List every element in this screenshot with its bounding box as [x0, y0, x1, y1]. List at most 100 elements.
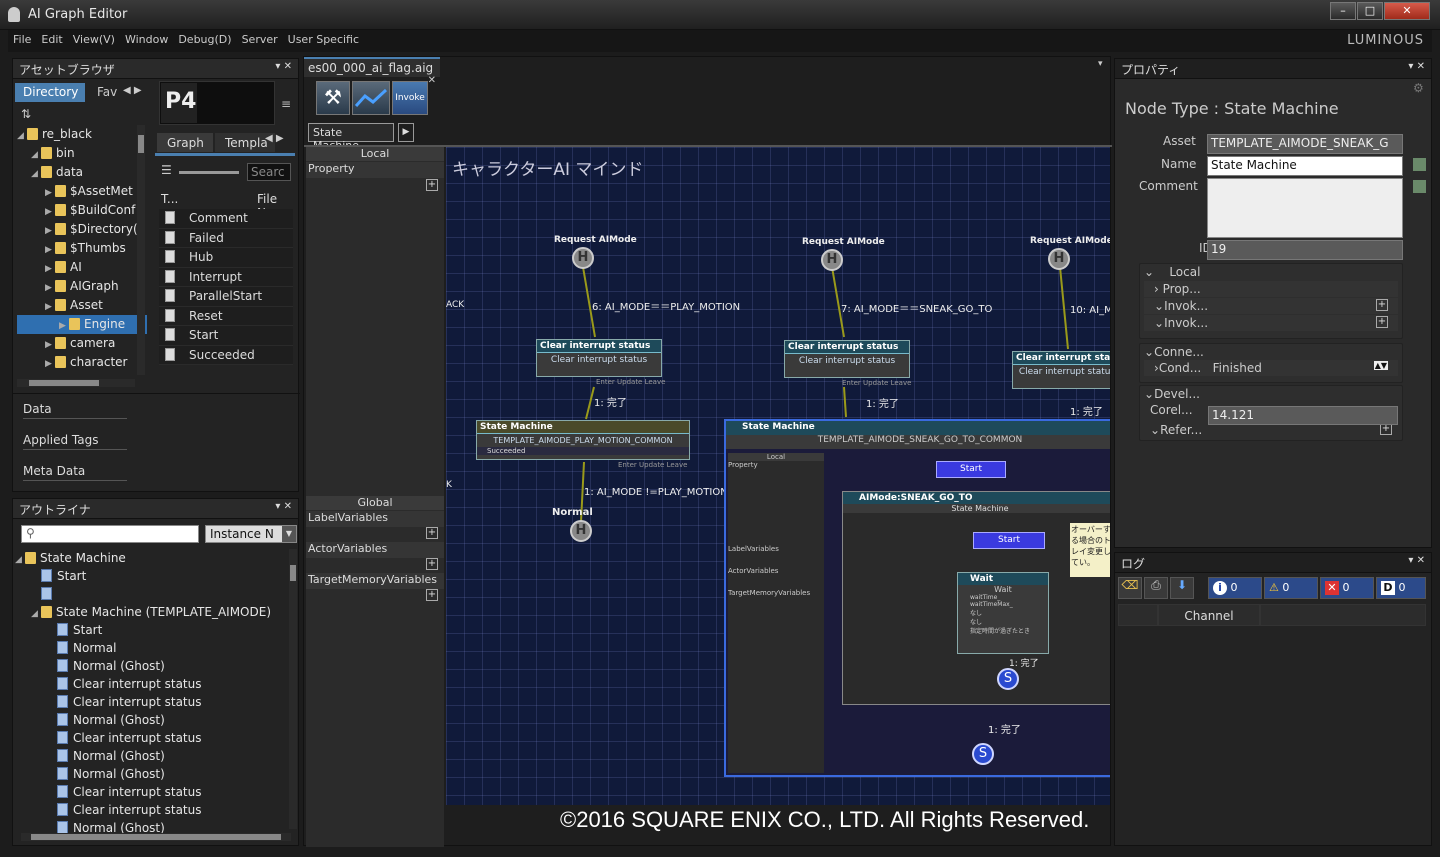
panel-close-icon[interactable]: ▾ ✕ — [1408, 555, 1425, 566]
inner-start-node[interactable]: Start — [973, 532, 1045, 549]
minimize-button[interactable]: – — [1330, 2, 1356, 20]
breadcrumb-next-icon[interactable]: ▶ — [398, 123, 414, 142]
sync-icon[interactable]: ⇅ — [21, 107, 31, 121]
file-search-input[interactable]: Searc — [247, 163, 291, 181]
list-view-icon[interactable]: ☰ — [161, 163, 172, 177]
debug-filter-button[interactable]: D 0 — [1376, 577, 1426, 599]
developer-header[interactable]: ⌄Devel... — [1140, 386, 1402, 402]
outliner-search-input[interactable]: ⚲ — [21, 525, 199, 543]
prop-row[interactable]: › Prop... — [1144, 281, 1398, 297]
panel-close-icon[interactable]: ▾ ✕ — [275, 501, 292, 512]
invoke-row-1[interactable]: ⌄Invok... + — [1144, 298, 1398, 314]
file-row[interactable]: Reset — [159, 306, 293, 326]
download-icon[interactable]: ⬇ — [1170, 577, 1194, 599]
close-tab-icon[interactable]: ✕ — [428, 75, 436, 86]
file-row[interactable]: Start — [159, 326, 293, 346]
outliner-item[interactable]: ◢ State Machine — [15, 549, 287, 567]
expand-icon[interactable]: ◢ — [15, 551, 25, 569]
corel-field[interactable]: 14.121 — [1208, 406, 1398, 425]
tree-item[interactable]: ▶ character — [17, 353, 147, 372]
menu-view[interactable]: View(V) — [68, 30, 120, 49]
outliner-item[interactable]: ◢ State Machine (TEMPLATE_AIMODE) — [15, 603, 287, 621]
add-label-variable-button[interactable]: + — [426, 527, 438, 539]
tab-directory[interactable]: Directory — [15, 83, 85, 102]
tree-item[interactable]: ◢ re_black — [17, 125, 147, 144]
menu-lines-icon[interactable]: ≡ — [281, 97, 291, 111]
expand-icon[interactable]: ◢ — [31, 165, 41, 184]
outliner-scrollbar[interactable] — [289, 549, 297, 829]
edit-comment-icon[interactable] — [1413, 180, 1426, 193]
meta-item-data[interactable]: Data — [23, 402, 127, 419]
tab-scroll-arrows-icon[interactable]: ◀ ▶ — [123, 85, 142, 96]
info-filter-button[interactable]: i 0 — [1208, 577, 1262, 599]
name-field[interactable]: State Machine — [1207, 156, 1403, 176]
outliner-item[interactable]: Clear interrupt status — [15, 675, 287, 693]
edit-name-icon[interactable] — [1413, 158, 1426, 171]
tree-item[interactable]: ▶ AI — [17, 258, 147, 277]
size-slider[interactable] — [179, 171, 239, 174]
expand-icon[interactable]: ◢ — [17, 127, 27, 146]
asset-field[interactable]: TEMPLATE_AIMODE_SNEAK_G — [1207, 134, 1403, 154]
outliner-item[interactable]: Clear interrupt status — [15, 783, 287, 801]
outliner-item[interactable]: Clear interrupt status — [15, 693, 287, 711]
state-machine-node-play-motion[interactable]: State Machine TEMPLATE_AIMODE_PLAY_MOTIO… — [476, 420, 690, 460]
invoke-button[interactable]: Invoke — [392, 81, 428, 115]
graph-canvas[interactable]: キャラクターAI マインド Request AIMode H Request A… — [446, 147, 1110, 805]
menu-server[interactable]: Server — [237, 30, 283, 49]
move-up-icon[interactable]: ▲▼ — [1373, 361, 1388, 370]
maximize-button[interactable]: □ — [1357, 2, 1383, 20]
instance-filter-select[interactable]: Instance N ▼ — [205, 525, 297, 543]
sticky-note[interactable]: オーバーする場合のトレイ変更してい。 — [1070, 523, 1110, 577]
panel-close-icon[interactable]: ▾ ✕ — [275, 61, 292, 72]
hub-node-normal[interactable]: H — [570, 520, 592, 542]
tree-item[interactable]: ▶ Engine — [17, 315, 147, 334]
hub-node-1[interactable]: H — [572, 247, 594, 269]
breadcrumb-state-machine[interactable]: State Machine — [308, 123, 394, 152]
clear-interrupt-node-3[interactable]: Clear interrupt status Clear interrupt s… — [1012, 351, 1110, 389]
meta-item-applied-tags[interactable]: Applied Tags — [23, 433, 127, 450]
wait-node[interactable]: Wait Wait waitTime_ waitTimeMax_ なし なし 指… — [957, 572, 1049, 654]
meta-item-meta-data[interactable]: Meta Data — [23, 464, 127, 481]
file-row[interactable]: Interrupt — [159, 267, 293, 287]
comment-field[interactable] — [1207, 178, 1403, 238]
tree-item[interactable]: ▶ $Directory( — [17, 220, 147, 239]
tab-graph[interactable]: Graph — [157, 133, 213, 152]
editor-tab[interactable]: es00_000_ai_flag.aig ✕ — [304, 57, 440, 86]
success-node-inner[interactable]: S — [997, 668, 1019, 690]
expand-icon[interactable]: ▶ — [45, 355, 55, 374]
outliner-item[interactable]: Normal (Ghost) — [15, 747, 287, 765]
outliner-item[interactable]: Clear interrupt status — [15, 801, 287, 819]
menu-window[interactable]: Window — [120, 30, 173, 49]
local-header[interactable]: ⌄ Local — [1140, 264, 1402, 280]
tab-list-icon[interactable]: ▾ — [1098, 59, 1103, 69]
add-invoke-button[interactable]: + — [1376, 316, 1388, 328]
outliner-item[interactable]: Normal (Ghost) — [15, 657, 287, 675]
tree-hscrollbar[interactable] — [17, 379, 135, 387]
side-tab-scroll-icon[interactable]: ◀ ▶ — [265, 133, 284, 144]
expand-icon[interactable]: ◢ — [31, 605, 41, 623]
channel-column-header[interactable]: Channel — [1158, 604, 1260, 626]
menu-user-specific[interactable]: User Specific — [283, 30, 364, 49]
add-property-button[interactable]: + — [426, 179, 438, 191]
success-node-outer[interactable]: S — [972, 743, 994, 765]
outliner-item[interactable]: Start — [15, 567, 287, 585]
state-machine-node-sneak[interactable]: State Machine TEMPLATE_AIMODE_SNEAK_GO_T… — [724, 419, 1110, 777]
outliner-item[interactable]: Normal (Ghost) — [15, 765, 287, 783]
menu-edit[interactable]: Edit — [36, 30, 67, 49]
outliner-item[interactable]: Clear interrupt status — [15, 729, 287, 747]
clear-interrupt-node-1[interactable]: Clear interrupt status Clear interrupt s… — [536, 339, 662, 377]
tab-favorites[interactable]: Fav — [97, 85, 117, 99]
id-field[interactable]: 19 — [1207, 240, 1403, 260]
warning-filter-button[interactable]: ⚠ 0 — [1264, 577, 1318, 599]
outliner-item[interactable]: Normal — [15, 639, 287, 657]
printer-icon[interactable]: ⎙ — [1144, 577, 1168, 599]
outliner-hscrollbar[interactable] — [21, 833, 291, 841]
start-node[interactable]: Start — [936, 461, 1006, 478]
outliner-item[interactable] — [15, 585, 287, 603]
tree-scrollbar[interactable] — [137, 125, 145, 375]
menu-file[interactable]: File — [8, 30, 36, 49]
file-row[interactable]: ParallelStart — [159, 287, 293, 307]
condition-row[interactable]: ›Cond... Finished ▲▼ — [1144, 360, 1398, 376]
expand-icon[interactable]: ▶ — [45, 298, 55, 317]
close-button[interactable]: ✕ — [1384, 2, 1430, 20]
